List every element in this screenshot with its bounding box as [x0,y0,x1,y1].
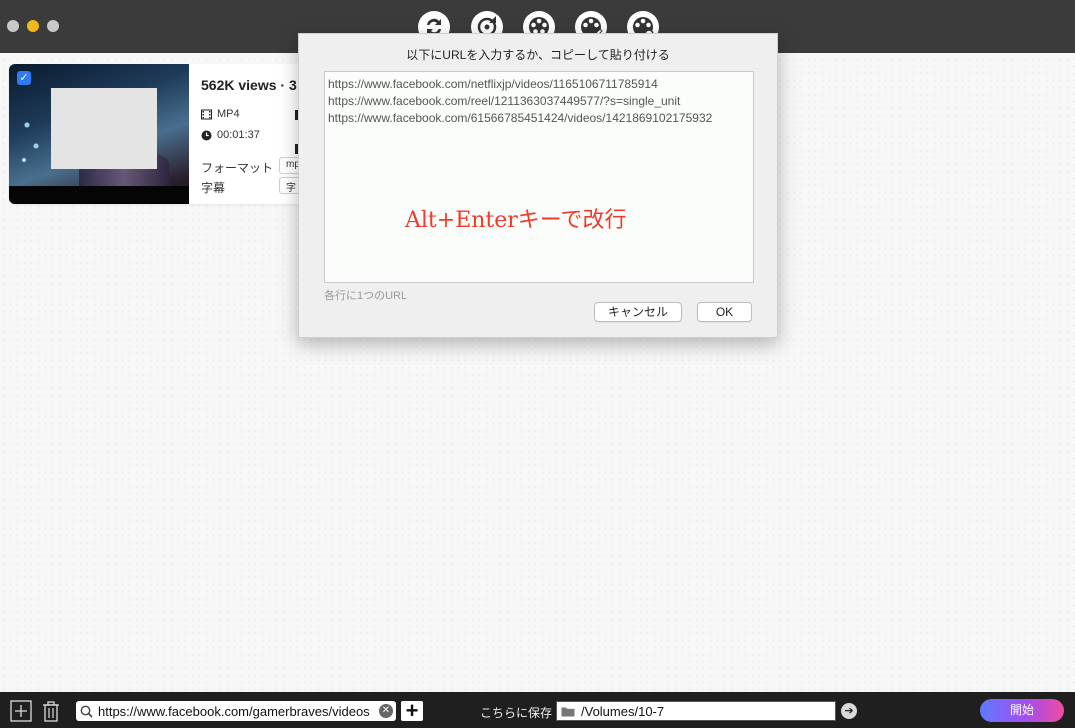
window-maximize-button[interactable] [47,20,59,32]
save-path-value: /Volumes/10-7 [581,703,665,719]
video-card[interactable]: ✓ 562K views · 3 MP4 00:01:37 フォーマット mp … [9,64,309,204]
format-badge: MP4 [217,108,240,120]
url-line: https://www.facebook.com/reel/1211363037… [328,94,681,108]
start-button[interactable]: 開始 [980,699,1064,722]
url-line: https://www.facebook.com/netflixjp/video… [328,77,658,91]
duration-value: 00:01:37 [217,129,260,141]
add-url-button[interactable]: + [401,700,423,722]
ok-button[interactable]: OK [697,302,752,322]
select-checkbox[interactable]: ✓ [17,71,31,85]
cancel-button[interactable]: キャンセル [594,302,682,322]
window-close-button[interactable] [7,20,19,32]
dialog-note: 各行に1つのURL [324,290,408,302]
save-to-label: こちらに保存 [480,706,553,720]
search-icon [80,705,93,718]
video-title: 562K views · 3 [201,77,297,93]
url-line: https://www.facebook.com/61566785451424/… [328,111,713,125]
film-icon [201,109,212,119]
url-input-value: https://www.facebook.com/gamerbraves/vid… [98,703,370,719]
window-minimize-button[interactable] [27,20,39,32]
thumbnail-letterbox [9,186,189,204]
video-thumbnail[interactable] [9,64,189,204]
url-textarea[interactable]: https://www.facebook.com/netflixjp/video… [324,71,754,283]
url-input[interactable]: https://www.facebook.com/gamerbraves/vid… [76,701,396,721]
trash-icon[interactable] [40,700,62,722]
clock-icon [201,130,212,140]
subtitle-label: 字幕 [201,181,226,195]
arrow-right-icon[interactable]: ➔ [841,703,857,719]
folder-icon [561,707,575,716]
clear-icon[interactable]: ✕ [379,704,393,718]
bottom-bar: https://www.facebook.com/gamerbraves/vid… [0,692,1075,728]
save-path-field[interactable]: /Volumes/10-7 [556,701,836,721]
add-file-icon[interactable] [10,700,32,722]
newline-annotation: Alt+Enterキーで改行 [405,208,627,233]
thumbnail-mask [51,88,157,169]
format-label: フォーマット [201,161,274,175]
dialog-title: 以下にURLを入力するか、コピーして貼り付ける [406,48,670,62]
duration-meta: 00:01:37 [201,129,260,141]
format-meta: MP4 [201,108,240,120]
thumbnail-lights [15,104,45,174]
url-dialog: 以下にURLを入力するか、コピーして貼り付ける https://www.face… [298,33,778,338]
